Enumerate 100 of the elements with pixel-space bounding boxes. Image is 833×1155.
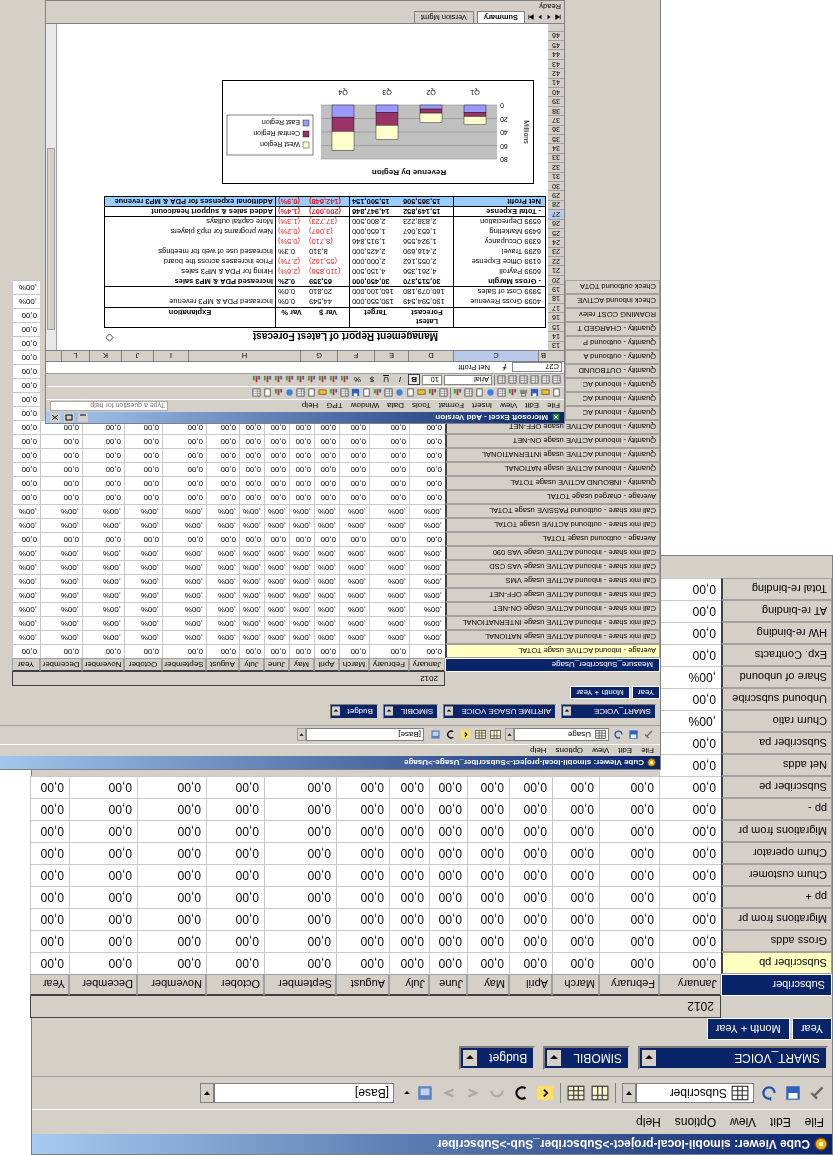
chart-icon[interactable] xyxy=(339,375,349,385)
menu-item[interactable]: Edit xyxy=(618,746,633,755)
column-header[interactable]: January xyxy=(659,974,721,996)
save-icon[interactable] xyxy=(628,729,639,741)
column-header[interactable]: May xyxy=(289,658,314,672)
chart-icon[interactable] xyxy=(284,375,294,385)
table-icon[interactable] xyxy=(541,375,550,385)
dropdown-button[interactable] xyxy=(200,1083,214,1103)
column-header[interactable]: February xyxy=(599,974,659,996)
chart-icon[interactable] xyxy=(262,375,272,385)
chart-icon[interactable] xyxy=(295,375,305,385)
dropdown-button[interactable] xyxy=(622,1083,636,1103)
menu-item[interactable]: View xyxy=(592,746,610,755)
menu-item[interactable]: Edit xyxy=(769,1115,791,1129)
column-header[interactable]: March xyxy=(339,658,369,672)
window-icon[interactable] xyxy=(416,1084,434,1102)
scenario-field[interactable]: [Base] xyxy=(306,728,424,742)
column-header[interactable]: September xyxy=(264,974,336,996)
save-icon[interactable] xyxy=(784,1084,802,1102)
menu-item[interactable]: Tools xyxy=(412,401,431,411)
scrollbar[interactable] xyxy=(46,24,57,350)
dimension-field[interactable]: Subscriber xyxy=(636,1083,754,1103)
menu-item[interactable]: File xyxy=(547,401,560,411)
column-header[interactable]: November xyxy=(137,974,206,996)
dimension-button[interactable]: Budget xyxy=(459,1046,536,1070)
row-header[interactable]: AT re-binding xyxy=(721,600,832,622)
dimension-button[interactable]: SMART_VOICE xyxy=(561,704,656,719)
table-icon[interactable] xyxy=(552,375,561,385)
row-dimension-header[interactable]: Measure_Subscriber_Usage xyxy=(445,658,660,672)
column-header[interactable]: December xyxy=(69,974,137,996)
save-icon[interactable] xyxy=(530,388,539,398)
folder-icon[interactable] xyxy=(417,388,426,398)
row-header[interactable]: Churn customer xyxy=(721,864,832,886)
table-icon[interactable] xyxy=(439,388,448,398)
menu-item[interactable]: View xyxy=(730,1115,756,1129)
column-header[interactable]: November xyxy=(82,658,124,672)
column-header[interactable]: February xyxy=(369,658,409,672)
row-header[interactable]: pp + xyxy=(721,886,832,908)
table-icon[interactable] xyxy=(519,375,528,385)
menu-item[interactable]: View xyxy=(500,401,518,411)
row-header[interactable]: Subscriber pb xyxy=(721,952,832,974)
menu-item[interactable]: Window xyxy=(350,401,380,411)
menu-item[interactable]: Help xyxy=(530,746,547,755)
chart-icon[interactable] xyxy=(273,375,283,385)
save-icon[interactable] xyxy=(351,388,360,398)
refresh-icon[interactable] xyxy=(613,729,624,741)
row-header[interactable]: Gross adds xyxy=(721,930,832,952)
dropdown-button[interactable] xyxy=(297,728,306,742)
grid-icon[interactable] xyxy=(567,1084,585,1102)
table-icon[interactable] xyxy=(340,388,349,398)
column-header[interactable]: May xyxy=(467,974,509,996)
caret-icon[interactable] xyxy=(404,1090,410,1096)
menu-item[interactable]: Edit xyxy=(525,401,540,411)
menu-item[interactable]: Options xyxy=(674,1115,717,1129)
axis-tab[interactable]: Month + Year xyxy=(570,686,630,699)
row-header[interactable]: Migrations from pr xyxy=(721,820,832,842)
column-header[interactable]: August xyxy=(206,658,239,672)
column-header[interactable]: June xyxy=(429,974,467,996)
menu-item[interactable]: TPG xyxy=(326,401,343,411)
table-icon[interactable] xyxy=(497,388,506,398)
chart-icon[interactable] xyxy=(373,388,382,398)
menu-item[interactable]: File xyxy=(804,1115,824,1129)
chart-icon[interactable] xyxy=(251,375,261,385)
row-header[interactable]: Unbound subscribe xyxy=(721,688,832,710)
dimension-field[interactable]: Usage xyxy=(514,728,609,742)
column-header[interactable]: April xyxy=(314,658,339,672)
row-header[interactable]: Total re-binding xyxy=(721,578,832,600)
grid-icon[interactable] xyxy=(490,729,501,741)
dimension-button[interactable]: AIRTIME USAGE VOICE xyxy=(443,704,556,719)
circle-icon[interactable] xyxy=(486,388,495,398)
minimize-icon[interactable] xyxy=(78,413,88,422)
row-header[interactable]: Churn operator xyxy=(721,842,832,864)
table-icon[interactable] xyxy=(530,375,539,385)
column-header[interactable]: July xyxy=(239,658,264,672)
table-icon[interactable] xyxy=(296,388,305,398)
menu-item[interactable]: Options xyxy=(555,746,584,755)
row-header[interactable]: Net adds xyxy=(721,754,832,776)
row-header[interactable]: Subscriber pe xyxy=(721,776,832,798)
folder-icon[interactable] xyxy=(318,388,327,398)
grid-icon[interactable] xyxy=(475,729,486,741)
page-icon[interactable] xyxy=(552,388,561,398)
printer-icon[interactable] xyxy=(519,388,528,398)
table-icon[interactable] xyxy=(252,388,261,398)
axis-tab[interactable]: Month + Year xyxy=(706,1018,790,1040)
row-header[interactable]: Churn ratio xyxy=(721,710,832,732)
column-header[interactable]: October xyxy=(206,974,264,996)
dimension-button[interactable]: SIMOBIL xyxy=(543,1046,630,1070)
refresh-icon[interactable] xyxy=(760,1084,778,1102)
grid-icon[interactable] xyxy=(591,1084,609,1102)
dropdown-button[interactable] xyxy=(505,728,514,742)
row-header[interactable]: Migrations from pr xyxy=(721,908,832,930)
chart-icon[interactable] xyxy=(428,388,437,398)
dimension-button[interactable]: SMART_VOICE xyxy=(638,1046,828,1070)
circle-icon[interactable] xyxy=(395,388,404,398)
chart-icon[interactable] xyxy=(453,388,462,398)
column-header[interactable]: August xyxy=(336,974,389,996)
restore-icon[interactable] xyxy=(64,413,74,422)
menu-item[interactable]: Data xyxy=(387,401,405,411)
chart-icon[interactable] xyxy=(317,375,327,385)
table-icon[interactable] xyxy=(384,388,393,398)
